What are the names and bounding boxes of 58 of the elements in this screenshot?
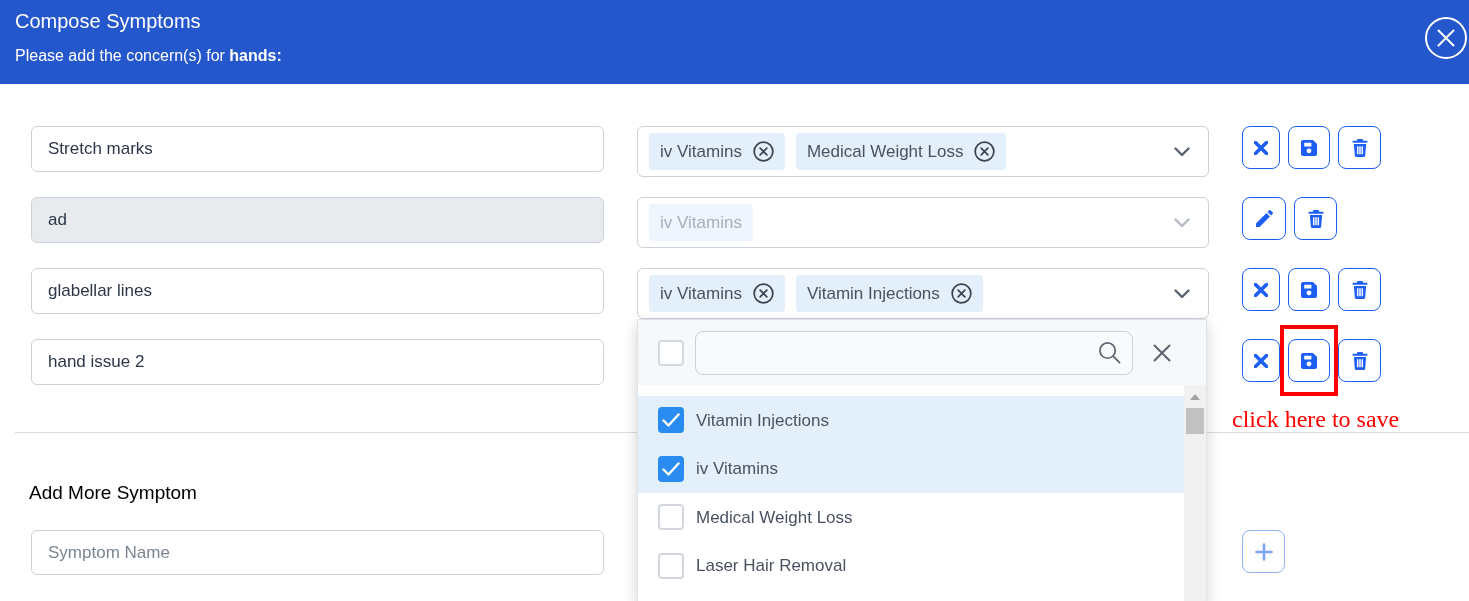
dropdown-option[interactable]: iv Vitamins bbox=[638, 444, 1184, 493]
search-icon bbox=[1098, 341, 1121, 364]
checkmark-icon bbox=[662, 413, 680, 428]
remove-icon[interactable] bbox=[974, 141, 996, 162]
close-icon bbox=[1254, 282, 1268, 297]
trash-icon bbox=[1307, 209, 1324, 228]
trash-icon bbox=[1351, 280, 1368, 299]
cancel-button[interactable] bbox=[1242, 126, 1280, 169]
save-icon bbox=[1301, 352, 1317, 369]
trash-icon bbox=[1351, 138, 1368, 157]
tag-label: iv Vitamins bbox=[660, 282, 742, 305]
remove-icon[interactable] bbox=[752, 141, 774, 162]
pencil-icon bbox=[1255, 210, 1273, 227]
plus-icon bbox=[1254, 542, 1273, 561]
scrollbar-thumb[interactable] bbox=[1186, 408, 1204, 434]
tag-select[interactable]: iv Vitamins Vitamin Injections bbox=[637, 268, 1209, 319]
symptom-name-field[interactable]: Symptom Name bbox=[31, 530, 604, 575]
symptom-name-field[interactable]: Stretch marks bbox=[31, 126, 604, 172]
checkbox[interactable] bbox=[658, 339, 684, 366]
symptom-name-field[interactable]: hand issue 2 bbox=[31, 339, 604, 385]
checkmark-icon bbox=[662, 461, 680, 476]
checkbox[interactable] bbox=[658, 552, 684, 579]
checkbox[interactable] bbox=[658, 407, 684, 434]
cancel-button[interactable] bbox=[1242, 268, 1280, 311]
checkbox[interactable] bbox=[658, 504, 684, 531]
chevron-down-icon[interactable] bbox=[1174, 288, 1190, 299]
scrollbar[interactable] bbox=[1184, 385, 1206, 601]
tag-label: Vitamin Injections bbox=[806, 282, 940, 305]
dialog-subtitle: Please add the concern(s) for hands: bbox=[15, 46, 282, 66]
close-icon bbox=[1437, 29, 1455, 47]
save-icon bbox=[1301, 139, 1317, 156]
delete-button[interactable] bbox=[1338, 339, 1381, 382]
search-field[interactable] bbox=[695, 330, 1133, 375]
annotation-text: click here to save bbox=[1232, 405, 1400, 433]
save-icon bbox=[1301, 281, 1317, 298]
tag-label: Medical Weight Loss bbox=[806, 140, 964, 163]
trash-icon bbox=[1351, 351, 1368, 370]
tag-select[interactable]: iv Vitamins Medical Weight Loss bbox=[637, 126, 1209, 177]
delete-button[interactable] bbox=[1338, 268, 1381, 311]
checkbox[interactable] bbox=[658, 455, 684, 482]
tag-label: iv Vitamins bbox=[660, 140, 742, 163]
save-button[interactable] bbox=[1288, 339, 1330, 382]
section-title: Add More Symptom bbox=[29, 481, 197, 505]
chevron-down-icon[interactable] bbox=[1174, 146, 1190, 157]
symptom-name-field[interactable]: glabellar lines bbox=[31, 268, 604, 314]
close-icon bbox=[1254, 140, 1268, 155]
save-button[interactable] bbox=[1288, 126, 1330, 169]
close-button[interactable] bbox=[1425, 17, 1467, 59]
close-icon[interactable] bbox=[1153, 343, 1171, 362]
cancel-button[interactable] bbox=[1242, 339, 1280, 382]
save-button[interactable] bbox=[1288, 268, 1330, 311]
close-icon bbox=[1254, 353, 1268, 368]
tag-label: iv Vitamins bbox=[660, 211, 742, 234]
remove-icon[interactable] bbox=[950, 283, 972, 304]
remove-icon[interactable] bbox=[752, 283, 774, 304]
delete-button[interactable] bbox=[1338, 126, 1381, 169]
dialog-title: Compose Symptoms bbox=[15, 9, 202, 34]
dropdown-option[interactable]: Vitamin Injections bbox=[638, 396, 1184, 445]
